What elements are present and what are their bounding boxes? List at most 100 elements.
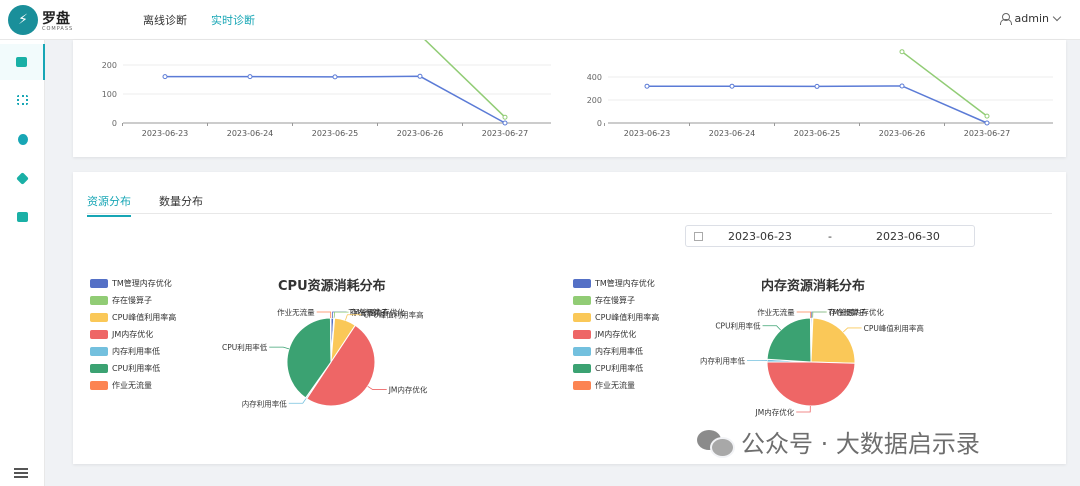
data-point <box>247 74 253 80</box>
user-icon <box>999 13 1012 25</box>
compass-logo-icon[interactable]: ⚡ <box>8 5 38 35</box>
cpu-pie-title: CPU资源消耗分布 <box>278 279 386 294</box>
y-tick-label: 0 <box>112 119 117 128</box>
nav-realtime-diagnosis[interactable]: 实时诊断 <box>211 12 255 28</box>
data-point <box>984 120 990 126</box>
grid-icon <box>17 95 28 105</box>
legend-label: 作业无流量 <box>112 381 152 390</box>
tab-divider <box>87 213 1052 214</box>
date-separator: - <box>828 230 832 243</box>
label-line <box>288 398 307 404</box>
legend-swatch <box>90 381 108 390</box>
line-chart-right: 0 200 400 2023-06-23 2023-06-24 2023-06-25 202… <box>587 49 1053 138</box>
legend-item[interactable]: 内存利用率低 <box>90 343 176 360</box>
watermark: 公众号 · 大数据启示录 <box>697 424 980 459</box>
legend-label: 存在慢算子 <box>595 296 635 305</box>
user-menu[interactable]: admin <box>999 12 1062 25</box>
wechat-icon <box>697 428 735 458</box>
legend-swatch <box>90 279 108 288</box>
slice-label: CPU峰值利用率高 <box>864 323 925 333</box>
sidebar-item-monitor[interactable] <box>0 44 45 80</box>
legend-item[interactable]: TM管理内存优化 <box>573 275 659 292</box>
slice-label: 内存利用率低 <box>242 398 287 408</box>
legend-label: 内存利用率低 <box>112 347 160 356</box>
sidebar-item-cube[interactable] <box>0 160 45 196</box>
date-start[interactable]: 2023-06-23 <box>728 230 792 243</box>
slice-label: 内存利用率低 <box>700 355 745 365</box>
x-tick-label: 2023-06-27 <box>482 129 529 138</box>
label-line <box>796 311 812 319</box>
calendar-icon <box>694 232 703 241</box>
legend-label: 存在慢算子 <box>112 296 152 305</box>
legend-item[interactable]: 内存利用率低 <box>573 343 659 360</box>
slice-label: JM内存优化 <box>755 407 795 417</box>
pie-slice <box>329 317 332 363</box>
slice-label: JM内存优化 <box>388 385 428 395</box>
nav-offline-diagnosis[interactable]: 离线诊断 <box>143 12 187 28</box>
data-point <box>899 83 905 89</box>
x-tick-label: 2023-06-24 <box>709 129 756 138</box>
sidebar-item-window[interactable] <box>0 199 45 235</box>
legend-swatch <box>573 347 591 356</box>
slice-label: CPU利用率低 <box>715 321 761 331</box>
x-tick-label: 2023-06-26 <box>879 129 926 138</box>
label-line <box>812 311 827 319</box>
sidebar <box>0 40 45 486</box>
legend-cpu: TM管理内存优化存在慢算子 CPU峰值利用率高 JM内存优化内存利用率低 CPU利用率… <box>90 275 176 394</box>
date-end[interactable]: 2023-06-30 <box>876 230 940 243</box>
legend-swatch <box>90 330 108 339</box>
label-line <box>316 311 332 319</box>
legend-item[interactable]: CPU峰值利用率高 <box>90 309 176 326</box>
sidebar-item-hexagon[interactable] <box>0 121 45 157</box>
legend-item[interactable]: 存在慢算子 <box>90 292 176 309</box>
cpu-pie-chart: TM管理内存优化存在慢算子CPU峰值利用率高JM内存优化内存利用率低CPU利用率… <box>222 307 428 408</box>
x-tick-label: 2023-06-25 <box>312 129 359 138</box>
data-point <box>899 49 905 55</box>
slice-label: 存在慢算子 <box>829 307 867 317</box>
legend-item[interactable]: TM管理内存优化 <box>90 275 176 292</box>
app-title: 罗盘 <box>42 11 70 27</box>
x-tick-label: 2023-06-24 <box>227 129 274 138</box>
series-line <box>165 75 506 124</box>
label-line <box>796 405 811 413</box>
legend-item[interactable]: CPU峰值利用率高 <box>573 309 659 326</box>
label-line <box>762 325 781 331</box>
label-line <box>842 327 862 333</box>
legend-item[interactable]: JM内存优化 <box>573 326 659 343</box>
date-range-picker[interactable]: 2023-06-23 - 2023-06-30 <box>685 225 975 247</box>
x-tick-label: 2023-06-23 <box>142 129 189 138</box>
data-point <box>502 114 508 120</box>
sidebar-item-grid[interactable] <box>0 82 45 118</box>
legend-label: CPU利用率低 <box>112 364 161 373</box>
legend-item[interactable]: 作业无流量 <box>90 377 176 394</box>
legend-item[interactable]: CPU利用率低 <box>573 360 659 377</box>
cube-icon <box>16 171 29 185</box>
data-point <box>814 83 820 89</box>
legend-item[interactable]: JM内存优化 <box>90 326 176 343</box>
chevron-down-icon <box>1052 12 1062 21</box>
line-chart-left: 0 100 200 2023-06-23 2023-06-24 2023-06-25 202… <box>102 40 551 138</box>
legend-swatch <box>573 330 591 339</box>
memory-pie-title: 内存资源消耗分布 <box>761 279 866 294</box>
slice-label: 作业无流量 <box>277 307 315 317</box>
label-line <box>811 311 826 319</box>
label-line <box>367 385 387 390</box>
data-point <box>162 74 168 80</box>
hamburger-icon[interactable] <box>14 468 28 478</box>
y-tick-label: 100 <box>102 90 117 99</box>
legend-swatch <box>90 296 108 305</box>
data-point <box>984 113 990 119</box>
data-point <box>729 83 735 89</box>
label-line <box>269 346 290 350</box>
distribution-card: 资源分布 数量分布 2023-06-23 - 2023-06-30 TM管理内存… <box>73 172 1066 464</box>
y-tick-label: 0 <box>597 119 602 128</box>
legend-item[interactable]: 作业无流量 <box>573 377 659 394</box>
x-tick-label: 2023-06-23 <box>624 129 671 138</box>
legend-item[interactable]: 存在慢算子 <box>573 292 659 309</box>
data-point <box>417 73 423 79</box>
series-line <box>647 85 988 124</box>
user-name: admin <box>1014 12 1049 25</box>
legend-item[interactable]: CPU利用率低 <box>90 360 176 377</box>
series-line <box>901 51 988 117</box>
y-tick-label: 200 <box>102 61 117 70</box>
